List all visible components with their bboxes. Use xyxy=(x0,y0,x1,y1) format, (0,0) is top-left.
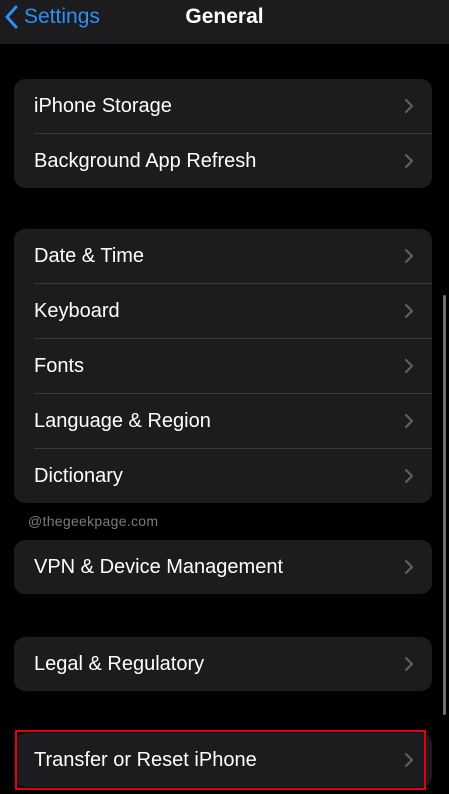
chevron-right-icon xyxy=(404,468,414,484)
settings-group-legal: Legal & Regulatory xyxy=(14,637,432,691)
row-label: Background App Refresh xyxy=(34,149,257,172)
chevron-right-icon xyxy=(404,98,414,114)
row-dictionary[interactable]: Dictionary xyxy=(14,449,432,503)
row-label: Language & Region xyxy=(34,409,211,432)
chevron-right-icon xyxy=(404,248,414,264)
row-iphone-storage[interactable]: iPhone Storage xyxy=(14,79,432,133)
chevron-right-icon xyxy=(404,153,414,169)
settings-group-transfer: Transfer or Reset iPhone xyxy=(14,733,432,787)
row-fonts[interactable]: Fonts xyxy=(14,339,432,393)
row-label: Date & Time xyxy=(34,244,145,267)
row-date-time[interactable]: Date & Time xyxy=(14,229,432,283)
scrollbar[interactable] xyxy=(443,295,446,715)
row-label: Legal & Regulatory xyxy=(34,652,205,675)
row-label: Dictionary xyxy=(34,464,123,487)
chevron-right-icon xyxy=(404,559,414,575)
settings-group-vpn: VPN & Device Management xyxy=(14,540,432,594)
row-label: VPN & Device Management xyxy=(34,555,284,578)
chevron-right-icon xyxy=(404,303,414,319)
row-vpn-device-management[interactable]: VPN & Device Management xyxy=(14,540,432,594)
row-language-region[interactable]: Language & Region xyxy=(14,394,432,448)
chevron-right-icon xyxy=(404,752,414,768)
row-transfer-reset-iphone[interactable]: Transfer or Reset iPhone xyxy=(14,733,432,787)
settings-group-locale: Date & Time Keyboard Fonts Language & Re… xyxy=(14,229,432,503)
row-background-app-refresh[interactable]: Background App Refresh xyxy=(14,134,432,188)
navigation-bar: Settings General xyxy=(0,0,449,44)
row-label: iPhone Storage xyxy=(34,94,172,117)
watermark-text: @thegeekpage.com xyxy=(28,513,159,529)
row-label: Keyboard xyxy=(34,299,120,322)
row-label: Transfer or Reset iPhone xyxy=(34,748,257,771)
chevron-right-icon xyxy=(404,413,414,429)
row-legal-regulatory[interactable]: Legal & Regulatory xyxy=(14,637,432,691)
row-label: Fonts xyxy=(34,354,85,377)
chevron-right-icon xyxy=(404,358,414,374)
chevron-right-icon xyxy=(404,656,414,672)
settings-group-storage: iPhone Storage Background App Refresh xyxy=(14,79,432,188)
row-keyboard[interactable]: Keyboard xyxy=(14,284,432,338)
page-title: General xyxy=(185,5,264,28)
